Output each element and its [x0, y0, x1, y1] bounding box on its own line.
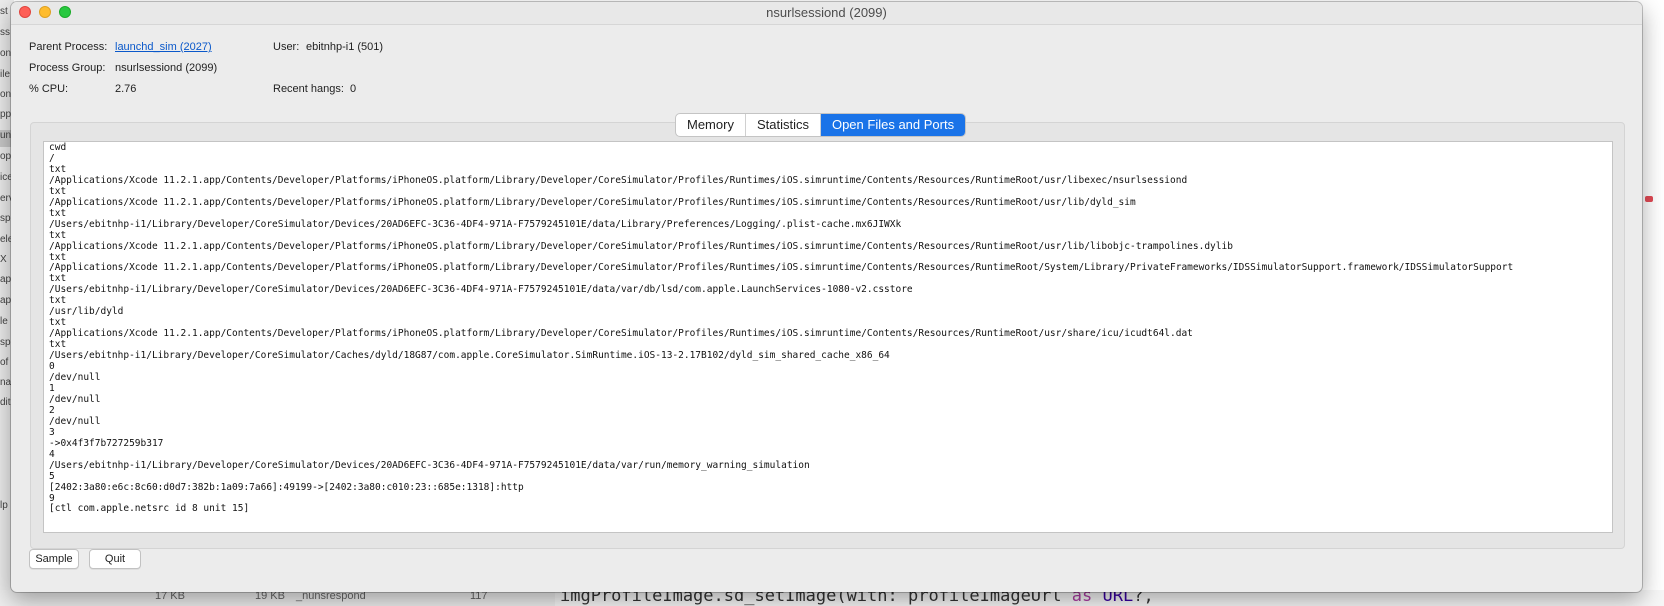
- open-file-line: 0: [49, 361, 55, 373]
- open-file-line: txt: [49, 339, 67, 351]
- open-file-line: txt: [49, 185, 67, 197]
- cpu-value: 2.76: [115, 83, 137, 95]
- window-title: nsurlsessiond (2099): [766, 5, 887, 20]
- open-file-line: txt: [49, 295, 67, 307]
- open-file-line: /dev/null: [49, 393, 101, 405]
- open-file-line: /Applications/Xcode 11.2.1.app/Contents/…: [49, 196, 1136, 208]
- sample-button[interactable]: Sample: [29, 549, 79, 569]
- open-file-line: /usr/lib/dyld: [49, 306, 124, 318]
- open-file-line: 3: [49, 426, 55, 438]
- open-files-text-view[interactable]: cwd / txt /Applications/Xcode 11.2.1.app…: [43, 141, 1613, 533]
- open-file-line: txt: [49, 163, 67, 175]
- open-file-line: /Applications/Xcode 11.2.1.app/Contents/…: [49, 328, 1193, 340]
- open-file-line: 4: [49, 448, 55, 460]
- tab-bar: Memory Statistics Open Files and Ports: [675, 113, 967, 137]
- process-group-label: Process Group:: [29, 62, 106, 74]
- background-error-marker: [1645, 196, 1653, 202]
- open-file-line: /Users/ebitnhp-i1/Library/Developer/Core…: [49, 459, 810, 471]
- open-file-line: /Applications/Xcode 11.2.1.app/Contents/…: [49, 174, 1188, 186]
- open-file-line: txt: [49, 317, 67, 329]
- open-file-line: [2402:3a80:e6c:8c60:d0d7:382b:1a09:7a66]…: [49, 481, 524, 493]
- open-file-line: txt: [49, 229, 67, 241]
- open-files-list: cwd / txt /Applications/Xcode 11.2.1.app…: [44, 142, 1612, 516]
- open-file-line: 2: [49, 404, 55, 416]
- open-file-line: /dev/null: [49, 372, 101, 384]
- open-file-line: /Users/ebitnhp-i1/Library/Developer/Core…: [49, 284, 913, 296]
- cpu-label: % CPU:: [29, 83, 69, 95]
- recent-hangs-label: Recent hangs:: [273, 83, 344, 95]
- open-file-line: /Applications/Xcode 11.2.1.app/Contents/…: [49, 240, 1233, 252]
- open-file-line: [ctl com.apple.netsrc id 8 unit 15]: [49, 503, 250, 515]
- open-file-line: txt: [49, 273, 67, 285]
- open-file-line: 1: [49, 382, 55, 394]
- parent-process-label: Parent Process:: [29, 41, 108, 53]
- process-inspector-window: nsurlsessiond (2099) Parent Process: lau…: [11, 2, 1642, 592]
- tab-memory[interactable]: Memory: [676, 114, 746, 136]
- open-file-line: /: [49, 152, 55, 164]
- open-file-line: 9: [49, 492, 55, 504]
- user-value: ebitnhp-i1 (501): [306, 41, 384, 53]
- open-file-line: /dev/null: [49, 415, 101, 427]
- title-bar[interactable]: nsurlsessiond (2099): [11, 2, 1642, 25]
- background-bottom-area: 17 KB 19 KB _nunsrespond 117 imgProfileI…: [0, 586, 1664, 606]
- open-file-line: txt: [49, 207, 67, 219]
- tab-open-files-and-ports[interactable]: Open Files and Ports: [820, 114, 966, 136]
- open-file-line: /Users/ebitnhp-i1/Library/Developer/Core…: [49, 350, 890, 362]
- process-group-value: nsurlsessiond (2099): [115, 62, 218, 74]
- open-file-line: 5: [49, 470, 55, 482]
- background-table-row: 17 KB 19 KB _nunsrespond 117: [0, 590, 555, 606]
- open-file-line: ->0x4f3f7b727259b317: [49, 437, 164, 449]
- recent-hangs-value: 0: [350, 83, 357, 95]
- open-file-line: cwd: [49, 142, 67, 153]
- open-file-line: /Applications/Xcode 11.2.1.app/Contents/…: [49, 262, 1514, 274]
- open-file-line: txt: [49, 251, 67, 263]
- open-file-line: /Users/ebitnhp-i1/Library/Developer/Core…: [49, 218, 902, 230]
- tab-statistics[interactable]: Statistics: [746, 114, 821, 136]
- quit-button[interactable]: Quit: [89, 549, 141, 569]
- parent-process-link[interactable]: launchd_sim (2027): [115, 41, 212, 53]
- user-label: User:: [273, 41, 300, 53]
